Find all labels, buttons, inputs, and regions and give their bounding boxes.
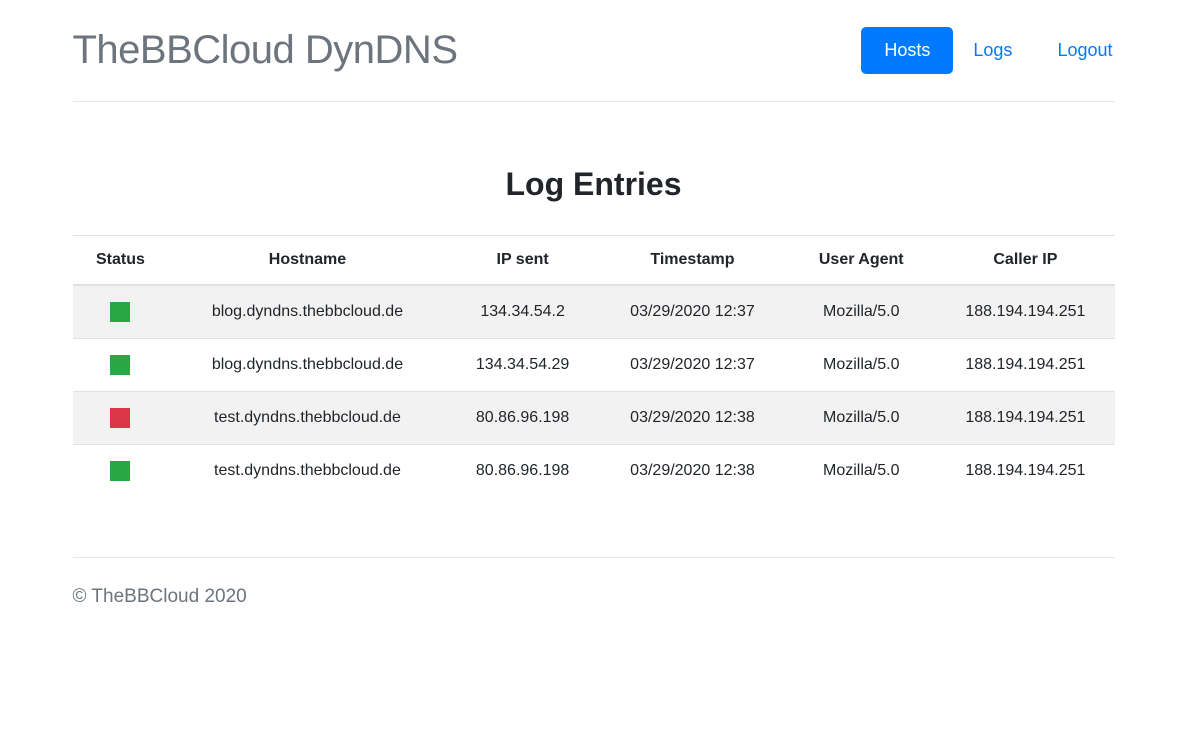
page-container: TheBBCloud DynDNS Hosts Logs Logout Log …: [73, 0, 1115, 648]
app-title: TheBBCloud DynDNS: [73, 28, 458, 73]
caller-ip-cell: 188.194.194.251: [936, 339, 1114, 392]
copyright-text: © TheBBCloud 2020: [73, 586, 1115, 608]
page-title: Log Entries: [73, 166, 1115, 203]
status-cell: [73, 392, 169, 445]
nav-hosts-button[interactable]: Hosts: [861, 27, 953, 74]
column-header-caller-ip: Caller IP: [936, 236, 1114, 286]
main-content: Log Entries Status Hostname IP sent Time…: [73, 166, 1115, 497]
hostname-cell: test.dyndns.thebbcloud.de: [168, 445, 446, 498]
status-success-indicator-icon: [110, 302, 130, 322]
column-header-ip-sent: IP sent: [447, 236, 599, 286]
table-row: test.dyndns.thebbcloud.de80.86.96.19803/…: [73, 445, 1115, 498]
timestamp-cell: 03/29/2020 12:38: [599, 392, 787, 445]
site-footer: © TheBBCloud 2020: [73, 557, 1115, 648]
column-header-hostname: Hostname: [168, 236, 446, 286]
status-cell: [73, 339, 169, 392]
column-header-user-agent: User Agent: [786, 236, 936, 286]
status-cell: [73, 285, 169, 339]
status-danger-indicator-icon: [110, 408, 130, 428]
caller-ip-cell: 188.194.194.251: [936, 285, 1114, 339]
ip-sent-cell: 134.34.54.29: [447, 339, 599, 392]
timestamp-cell: 03/29/2020 12:37: [599, 339, 787, 392]
table-header: Status Hostname IP sent Timestamp User A…: [73, 236, 1115, 286]
ip-sent-cell: 134.34.54.2: [447, 285, 599, 339]
table-row: blog.dyndns.thebbcloud.de134.34.54.2903/…: [73, 339, 1115, 392]
caller-ip-cell: 188.194.194.251: [936, 445, 1114, 498]
nav-logs-link[interactable]: Logs: [957, 31, 1028, 70]
top-nav: Hosts Logs Logout: [861, 27, 1114, 74]
status-success-indicator-icon: [110, 461, 130, 481]
column-header-status: Status: [73, 236, 169, 286]
column-header-timestamp: Timestamp: [599, 236, 787, 286]
hostname-cell: blog.dyndns.thebbcloud.de: [168, 285, 446, 339]
log-entries-table: Status Hostname IP sent Timestamp User A…: [73, 235, 1115, 497]
hostname-cell: blog.dyndns.thebbcloud.de: [168, 339, 446, 392]
site-header: TheBBCloud DynDNS Hosts Logs Logout: [73, 0, 1115, 102]
table-body: blog.dyndns.thebbcloud.de134.34.54.203/2…: [73, 285, 1115, 497]
hostname-cell: test.dyndns.thebbcloud.de: [168, 392, 446, 445]
user-agent-cell: Mozilla/5.0: [786, 339, 936, 392]
nav-logout-link[interactable]: Logout: [1041, 31, 1114, 70]
table-header-row: Status Hostname IP sent Timestamp User A…: [73, 236, 1115, 286]
table-row: blog.dyndns.thebbcloud.de134.34.54.203/2…: [73, 285, 1115, 339]
timestamp-cell: 03/29/2020 12:38: [599, 445, 787, 498]
table-row: test.dyndns.thebbcloud.de80.86.96.19803/…: [73, 392, 1115, 445]
caller-ip-cell: 188.194.194.251: [936, 392, 1114, 445]
ip-sent-cell: 80.86.96.198: [447, 445, 599, 498]
user-agent-cell: Mozilla/5.0: [786, 392, 936, 445]
timestamp-cell: 03/29/2020 12:37: [599, 285, 787, 339]
status-cell: [73, 445, 169, 498]
user-agent-cell: Mozilla/5.0: [786, 285, 936, 339]
user-agent-cell: Mozilla/5.0: [786, 445, 936, 498]
ip-sent-cell: 80.86.96.198: [447, 392, 599, 445]
status-success-indicator-icon: [110, 355, 130, 375]
